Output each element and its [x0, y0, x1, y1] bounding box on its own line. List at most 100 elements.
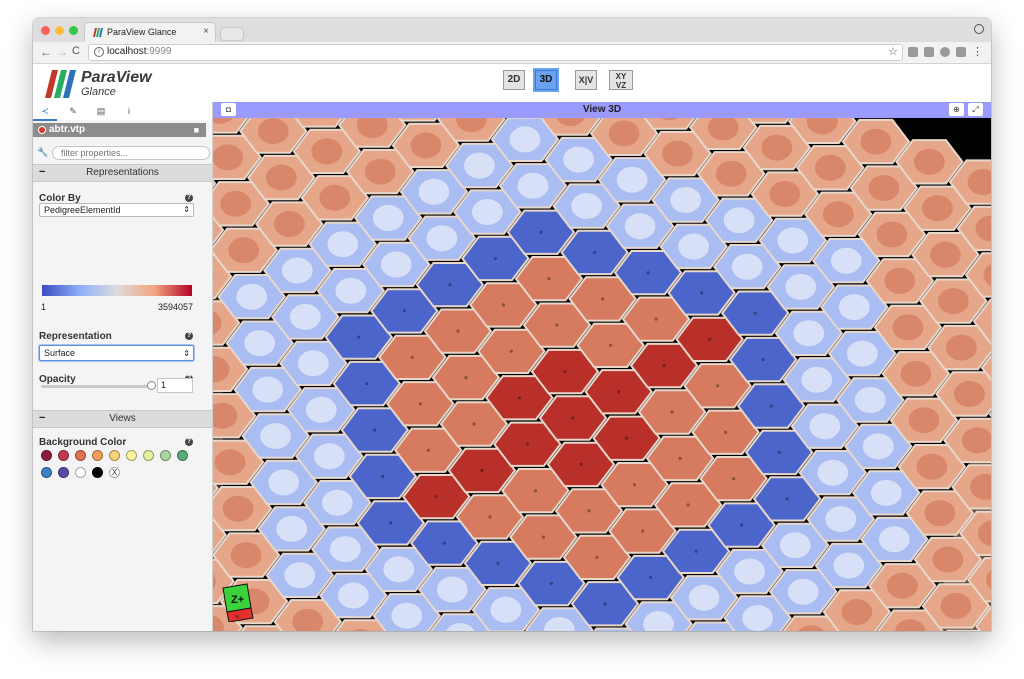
tab-pipeline[interactable]: ≺ [33, 103, 57, 121]
hex-assembly-center [649, 575, 653, 580]
views-section-header[interactable]: − Views [33, 410, 212, 428]
hex-assembly-core [841, 599, 873, 625]
view-split-4-button[interactable]: XY VZ [609, 70, 633, 90]
hex-mesh-render[interactable] [213, 118, 991, 631]
new-tab-button[interactable] [221, 28, 243, 40]
hex-assembly-center [694, 549, 698, 553]
wrench-icon: 🔧 [37, 147, 49, 157]
background-color-swatch[interactable] [160, 450, 171, 461]
extension-icon[interactable] [940, 47, 950, 57]
hex-assembly-core [678, 233, 709, 260]
hex-assembly-core [213, 144, 244, 171]
filter-properties-input[interactable] [52, 146, 210, 160]
hex-assembly-core [220, 190, 252, 217]
hex-assembly-core [876, 221, 908, 248]
representation-select[interactable]: Surface ⇕ [39, 345, 194, 361]
hex-assembly-core [624, 213, 656, 240]
hex-assembly-core [785, 273, 817, 300]
hex-assembly-core [509, 126, 541, 153]
hex-assembly-core [281, 257, 313, 284]
hex-assembly-core [886, 572, 918, 599]
paraview-favicon-icon [93, 28, 103, 37]
hex-assembly-center [456, 329, 460, 333]
no-background-swatch[interactable]: X [109, 467, 120, 478]
background-color-swatch[interactable] [58, 450, 69, 461]
browser-menu-icon[interactable]: ⋮ [972, 45, 983, 58]
help-icon[interactable]: ? [185, 332, 193, 340]
background-color-swatch[interactable] [177, 450, 188, 461]
hex-assembly-core [608, 120, 640, 147]
opacity-input[interactable]: 1 [157, 378, 193, 393]
slider-thumb[interactable] [147, 381, 156, 390]
hex-assembly-center [678, 456, 682, 460]
view-3d-button[interactable]: 3D [535, 70, 557, 90]
background-color-swatch[interactable] [58, 467, 69, 478]
color-range-max: 3594057 [157, 302, 193, 312]
trash-icon[interactable]: ■ [194, 123, 199, 137]
hex-assembly-center [488, 515, 492, 519]
select-caret-icon: ⇕ [183, 205, 190, 214]
orientation-cube[interactable]: Z+ Y- [221, 582, 255, 623]
bookmark-star-icon[interactable]: ☆ [888, 45, 898, 58]
hex-assembly-core [833, 552, 865, 579]
background-color-swatch[interactable] [75, 450, 86, 461]
color-by-select[interactable]: PedigreeElementId ⇕ [39, 203, 194, 217]
reset-camera-icon[interactable]: ⤢ [968, 103, 983, 116]
section-title: Representations [86, 167, 159, 178]
globe-icon[interactable]: ⊕ [949, 103, 964, 116]
tab-edit[interactable]: ✎ [61, 103, 85, 119]
maximize-window-button[interactable] [69, 26, 78, 35]
hex-assembly-center [686, 503, 690, 507]
back-arrow-icon[interactable]: ← [40, 45, 52, 59]
extension-icon[interactable] [924, 47, 934, 57]
minimize-window-button[interactable] [55, 26, 64, 35]
representations-section-header[interactable]: − Representations [33, 164, 212, 182]
reload-icon[interactable]: C [72, 45, 80, 57]
hex-assembly-core [779, 532, 811, 559]
hex-assembly-center [442, 541, 446, 545]
paraview-glance-logo: ParaView Glance [43, 68, 163, 100]
background-color-swatch[interactable] [92, 467, 103, 478]
hex-assembly-core [335, 277, 367, 304]
background-color-swatch[interactable] [126, 450, 137, 461]
tab-info[interactable]: i [117, 103, 141, 119]
hex-assembly-core [940, 593, 972, 619]
browser-tab[interactable]: ParaView Glance × [85, 23, 215, 42]
hex-assembly-core [801, 366, 833, 393]
help-icon[interactable]: ? [185, 438, 193, 446]
hex-assembly-core [938, 288, 969, 315]
hex-assembly-center [381, 474, 385, 478]
hex-assembly-core [410, 132, 442, 159]
hex-assembly-core [464, 152, 495, 179]
forward-arrow-icon[interactable]: → [56, 45, 68, 59]
help-icon[interactable]: ? [185, 194, 193, 202]
tab-title: ParaView Glance [107, 27, 177, 37]
site-info-icon[interactable]: i [94, 47, 104, 57]
hex-assembly-core [337, 582, 369, 609]
tab-files[interactable]: ▤ [89, 103, 113, 119]
address-bar[interactable]: i localhost:9999 ☆ [88, 44, 903, 61]
brand-subtitle: Glance [81, 86, 116, 98]
opacity-slider[interactable] [41, 381, 156, 390]
dataset-item[interactable]: abtr.vtp ■ [33, 123, 206, 137]
hex-assembly-core [571, 193, 602, 219]
hex-assembly-core [563, 146, 594, 173]
background-color-swatch[interactable] [41, 450, 52, 461]
close-window-button[interactable] [41, 26, 50, 35]
tab-close-icon[interactable]: × [203, 26, 209, 37]
background-color-swatch[interactable] [92, 450, 103, 461]
background-color-swatch[interactable] [75, 467, 86, 478]
extension-icon[interactable] [908, 47, 918, 57]
hex-assembly-core [257, 118, 289, 145]
background-color-swatch[interactable] [143, 450, 154, 461]
visibility-toggle-icon[interactable] [38, 126, 46, 134]
3d-viewport[interactable]: Z+ Y- [213, 118, 991, 631]
view-split-2-button[interactable]: X|V [575, 70, 597, 90]
background-color-swatch[interactable] [41, 467, 52, 478]
hex-assembly-core [305, 396, 337, 423]
profile-icon[interactable] [974, 24, 984, 34]
extension-icon[interactable] [956, 47, 966, 57]
hex-assembly-core [391, 602, 423, 629]
background-color-swatch[interactable] [109, 450, 120, 461]
view-2d-button[interactable]: 2D [503, 70, 525, 90]
